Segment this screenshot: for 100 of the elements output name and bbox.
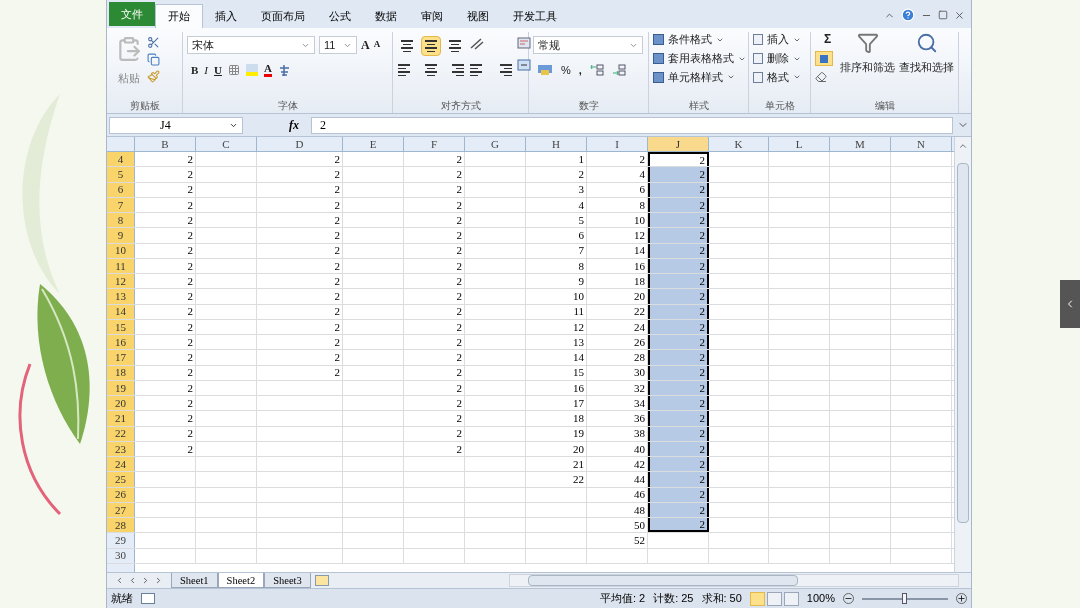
row-header[interactable]: 21 <box>107 411 135 426</box>
italic-button[interactable]: I <box>204 62 208 79</box>
insert-function-button[interactable]: fx <box>247 116 307 134</box>
cells-menu-button[interactable]: 插入 <box>753 32 801 48</box>
comma-button[interactable]: , <box>578 62 582 79</box>
style-menu-button[interactable]: 单元格样式 <box>653 69 746 86</box>
font-color-button[interactable]: A <box>263 63 272 78</box>
column-header[interactable]: C <box>196 137 257 151</box>
row-header[interactable]: 5 <box>107 167 135 182</box>
cut-icon[interactable] <box>147 36 160 49</box>
vertical-scrollbar[interactable] <box>954 137 971 572</box>
row-header[interactable]: 17 <box>107 350 135 365</box>
horizontal-scrollbar[interactable] <box>508 574 959 587</box>
phonetic-icon[interactable] <box>277 63 291 77</box>
name-box[interactable]: J4 <box>109 116 243 134</box>
column-header[interactable]: E <box>343 137 404 151</box>
column-header[interactable]: G <box>465 137 526 151</box>
column-header[interactable]: B <box>135 137 196 151</box>
ribbon-tab[interactable]: 开发工具 <box>501 4 569 28</box>
column-header[interactable]: M <box>830 137 891 151</box>
bold-button[interactable]: B <box>191 62 199 79</box>
macro-record-icon[interactable] <box>141 593 155 604</box>
row-header[interactable]: 29 <box>107 533 135 548</box>
view-button[interactable] <box>783 591 799 606</box>
number-format-dropdown[interactable]: 常规 <box>533 36 643 54</box>
increase-decimal-icon[interactable] <box>589 64 604 77</box>
sheet-tab[interactable]: Sheet2 <box>217 573 265 588</box>
copy-icon[interactable] <box>147 53 160 66</box>
column-header[interactable]: D <box>257 137 343 151</box>
ribbon-tab[interactable]: 视图 <box>455 4 501 28</box>
ribbon-tab[interactable]: 开始 <box>155 4 203 28</box>
decrease-decimal-icon[interactable] <box>611 64 626 77</box>
new-sheet-icon[interactable] <box>314 575 329 586</box>
ribbon-tab[interactable]: 页面布局 <box>249 4 317 28</box>
table-cell: 2 <box>648 518 709 533</box>
row-header[interactable]: 25 <box>107 472 135 487</box>
cells-menu-button[interactable]: 删除 <box>753 50 801 67</box>
group-label: 样式 <box>688 98 709 113</box>
restore-icon[interactable] <box>938 10 948 20</box>
table-cell: 17 <box>526 396 587 411</box>
next-sheet-icon[interactable] <box>141 576 150 585</box>
orientation-icon[interactable] <box>469 36 485 52</box>
help-icon[interactable] <box>901 8 915 22</box>
ribbon-tab[interactable]: 审阅 <box>409 4 455 28</box>
grow-font-button[interactable]: A <box>361 36 370 54</box>
previous-sheet-icon[interactable] <box>128 576 137 585</box>
style-menu-button[interactable]: 条件格式 <box>653 32 746 48</box>
column-header[interactable]: F <box>404 137 465 151</box>
style-menu-button[interactable]: 套用表格格式 <box>653 50 746 67</box>
row-header[interactable]: 24 <box>107 457 135 472</box>
sort-filter-button[interactable]: 排序和筛选 <box>840 32 895 97</box>
underline-button[interactable]: U <box>214 62 222 79</box>
format-painter-icon[interactable] <box>147 70 160 83</box>
row-header[interactable]: 8 <box>107 213 135 228</box>
zoom-slider-thumb[interactable] <box>902 592 907 604</box>
sheet-tab[interactable]: Sheet1 <box>171 573 218 588</box>
close-icon[interactable] <box>954 9 965 21</box>
table-cell: 2 <box>648 396 709 411</box>
table-cell: 2 <box>257 258 343 273</box>
last-sheet-icon[interactable] <box>154 576 163 585</box>
border-icon[interactable] <box>227 64 240 77</box>
font-size-dropdown[interactable]: 11 <box>319 36 357 54</box>
column-header[interactable]: K <box>709 137 769 151</box>
row-header[interactable]: 12 <box>107 274 135 289</box>
view-button[interactable] <box>766 591 782 606</box>
side-panel-toggle[interactable] <box>1060 280 1080 328</box>
ribbon-tab[interactable]: 公式 <box>317 4 363 28</box>
column-header[interactable]: H <box>526 137 587 151</box>
file-tab[interactable]: 文件 <box>109 2 155 26</box>
currency-icon[interactable] <box>537 64 553 77</box>
wrap-text-icon[interactable] <box>517 36 531 50</box>
column-header[interactable]: L <box>769 137 830 151</box>
shrink-font-button[interactable]: A <box>373 38 381 52</box>
first-sheet-icon[interactable] <box>115 576 124 585</box>
find-select-button[interactable]: 查找和选择 <box>899 32 954 97</box>
fill-color-icon[interactable] <box>245 64 258 77</box>
column-header[interactable]: J <box>648 137 709 151</box>
row-header[interactable]: 20 <box>107 396 135 411</box>
percent-button[interactable]: % <box>561 62 571 79</box>
row-header[interactable]: 16 <box>107 335 135 350</box>
ribbon-tab[interactable]: 数据 <box>363 4 409 28</box>
sheet-tab[interactable]: Sheet3 <box>264 573 311 588</box>
row-header[interactable]: 13 <box>107 289 135 304</box>
row-header[interactable]: 4 <box>107 152 135 167</box>
table-cell: 2 <box>257 228 343 243</box>
cells-menu-button[interactable]: 格式 <box>753 69 801 86</box>
zoom-in-icon[interactable] <box>956 593 967 604</box>
merge-icon[interactable] <box>517 58 531 72</box>
fill-button[interactable] <box>815 51 833 66</box>
font-dropdown[interactable]: 宋体 <box>187 36 315 54</box>
eraser-icon[interactable] <box>815 71 827 83</box>
ribbon-tab[interactable]: 插入 <box>203 4 249 28</box>
vertical-align-button[interactable] <box>421 36 441 56</box>
table-cell: 2 <box>404 228 465 243</box>
column-header[interactable]: N <box>891 137 952 151</box>
row-header[interactable]: 9 <box>107 228 135 243</box>
table-cell: 2 <box>135 243 196 258</box>
formula-input[interactable]: 2 <box>311 116 953 134</box>
row-header[interactable]: 28 <box>107 518 135 533</box>
autosum-button[interactable]: Σ <box>815 33 840 46</box>
